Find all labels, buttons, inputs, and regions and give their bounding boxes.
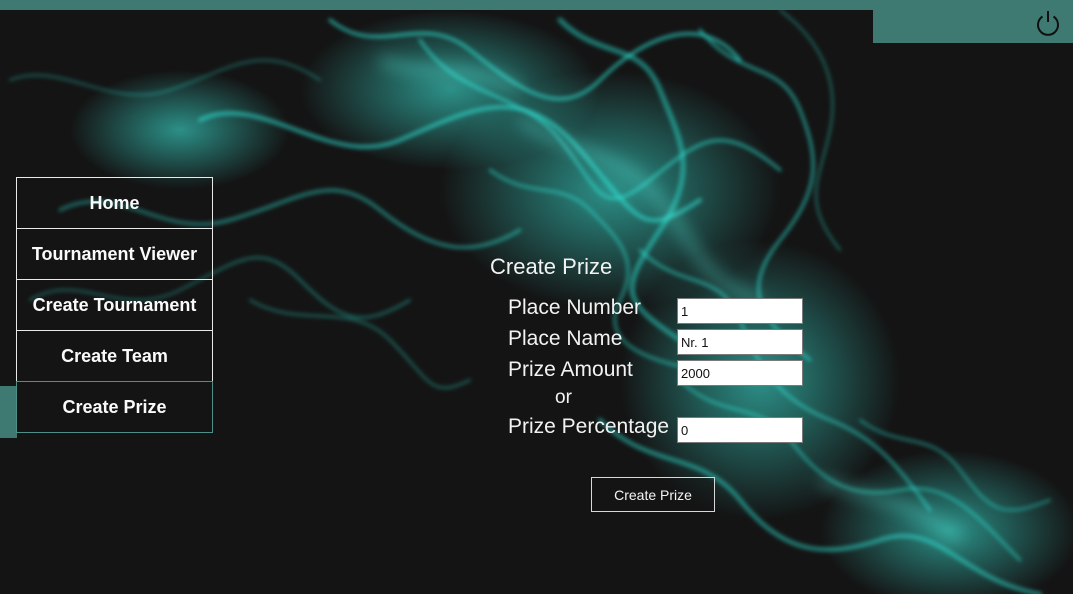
place-name-input[interactable]	[677, 329, 803, 355]
form-title: Create Prize	[490, 254, 613, 279]
prize-percentage-label: Prize Percentage	[508, 415, 670, 438]
nav-create-team[interactable]: Create Team	[16, 330, 213, 382]
place-name-label: Place Name	[508, 327, 623, 350]
place-number-label: Place Number	[508, 296, 642, 319]
prize-amount-label: Prize Amount	[508, 358, 633, 381]
nav-create-prize[interactable]: Create Prize	[16, 381, 213, 433]
prize-percentage-input[interactable]	[677, 417, 803, 443]
nav-create-tournament[interactable]: Create Tournament	[16, 279, 213, 331]
place-number-input[interactable]	[677, 298, 803, 324]
create-prize-button[interactable]: Create Prize	[591, 477, 715, 512]
or-label: or	[555, 387, 572, 408]
active-nav-marker	[0, 386, 17, 438]
prize-amount-input[interactable]	[677, 360, 803, 386]
header-panel	[873, 0, 1073, 43]
sidebar-nav: Home Tournament Viewer Create Tournament…	[16, 177, 213, 433]
nav-home[interactable]: Home	[16, 177, 213, 229]
power-icon[interactable]	[1033, 8, 1063, 38]
nav-tournament-viewer[interactable]: Tournament Viewer	[16, 228, 213, 280]
